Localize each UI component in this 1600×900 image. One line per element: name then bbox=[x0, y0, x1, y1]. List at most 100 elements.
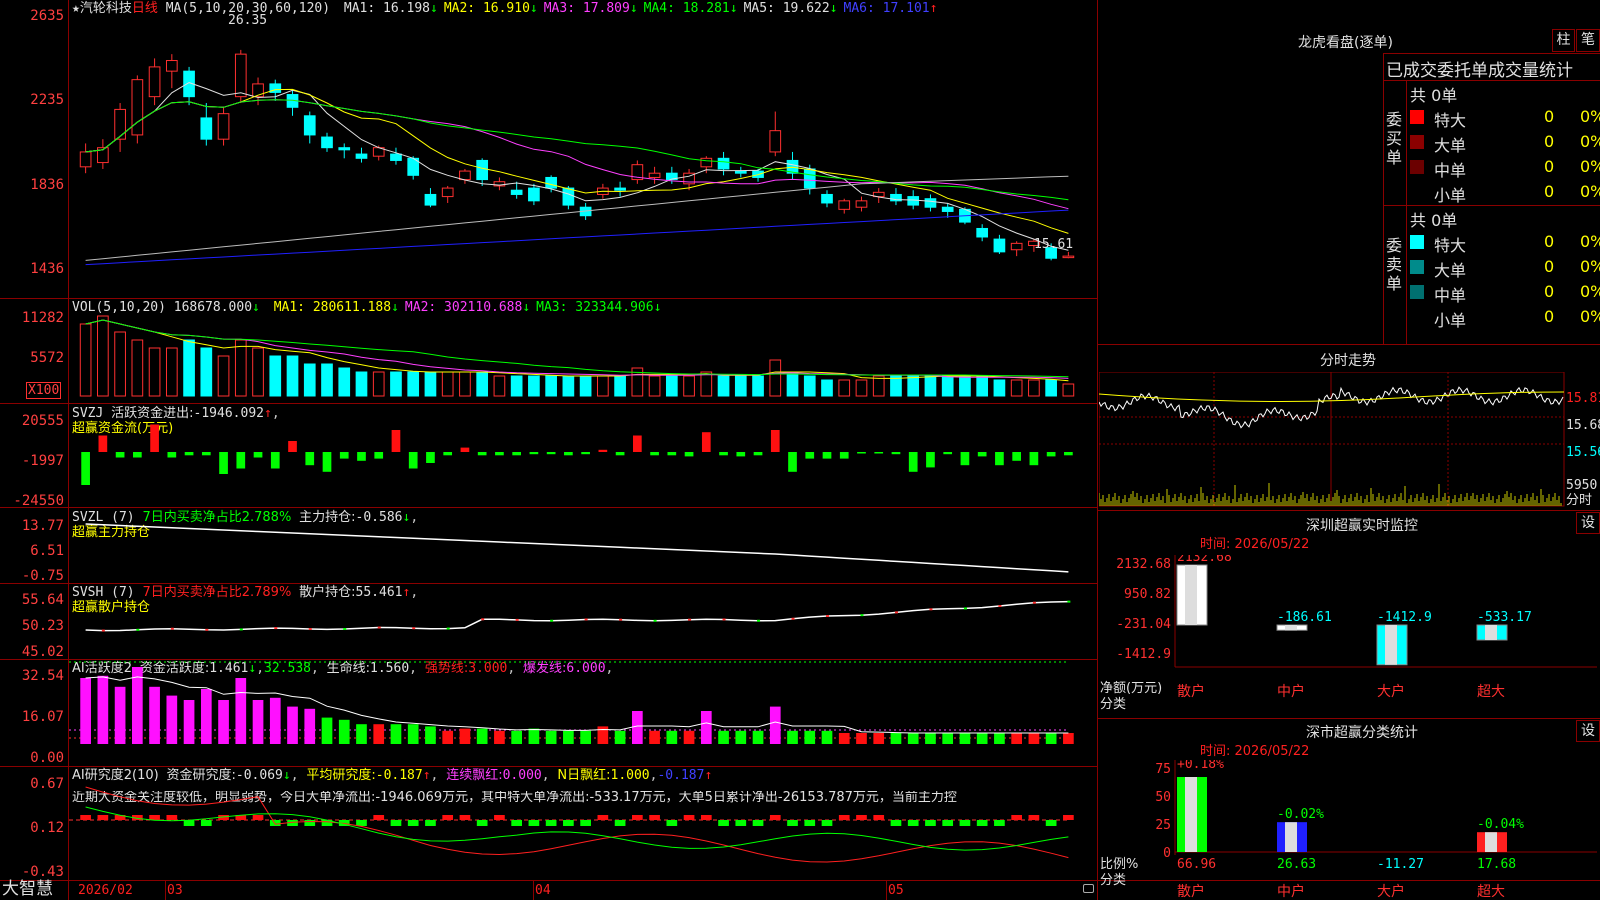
order-color-swatch bbox=[1410, 310, 1424, 324]
research-bar bbox=[752, 820, 764, 826]
flow-bar bbox=[167, 452, 177, 458]
sm-category: 散户 bbox=[1177, 883, 1205, 900]
active-bar bbox=[890, 733, 902, 744]
volume-bar bbox=[648, 375, 661, 397]
intraday-chart[interactable] bbox=[1099, 372, 1565, 507]
vol-unit-toggle[interactable]: X100 bbox=[26, 382, 62, 399]
stat-divider bbox=[1383, 80, 1600, 81]
x-tick: 05 bbox=[888, 883, 904, 898]
research-bar bbox=[407, 820, 419, 826]
main-header: ★汽轮科技日线 MA(5,10,20,30,60,120) MA1: 16.19… bbox=[72, 2, 937, 16]
flow-bar bbox=[150, 424, 159, 452]
order-row-p: 0% bbox=[1580, 107, 1600, 126]
volume-bar bbox=[114, 331, 126, 397]
flow-bar bbox=[201, 452, 211, 456]
candle bbox=[717, 157, 730, 170]
flow-bar bbox=[788, 452, 797, 472]
sm-bar-shade bbox=[1285, 822, 1297, 852]
order-row-p: 0% bbox=[1580, 182, 1600, 201]
candlestick-chart[interactable] bbox=[69, 18, 1097, 298]
period-label[interactable]: 日线 bbox=[132, 1, 158, 16]
holding-dot bbox=[757, 619, 761, 622]
active-bar bbox=[735, 730, 747, 744]
active-bar bbox=[476, 728, 488, 744]
research-bar bbox=[718, 820, 729, 826]
candle bbox=[803, 168, 816, 189]
flow-bar bbox=[960, 452, 970, 466]
sz-settings-button[interactable]: 设 bbox=[1576, 512, 1600, 534]
sz-bar-shade bbox=[1285, 625, 1297, 631]
flow-bar bbox=[995, 452, 1004, 466]
order-row-name: 大单 bbox=[1434, 261, 1467, 280]
brand-logo: 大智慧 bbox=[2, 879, 53, 899]
research-bar bbox=[1028, 815, 1040, 820]
sm-bar-shade bbox=[1485, 832, 1497, 852]
flow-bar bbox=[770, 430, 780, 452]
active-bar bbox=[390, 724, 402, 744]
research-bar bbox=[183, 820, 195, 826]
research-bar bbox=[511, 820, 522, 826]
svsh-chart bbox=[85, 600, 1071, 632]
candle bbox=[441, 187, 454, 198]
volume-bar bbox=[424, 371, 437, 397]
sm-settings-button[interactable]: 设 bbox=[1576, 720, 1600, 742]
candle bbox=[545, 176, 557, 189]
candle bbox=[234, 53, 247, 98]
bar-mode-button[interactable]: 柱 bbox=[1552, 29, 1575, 52]
candle bbox=[941, 206, 954, 212]
flow-bar bbox=[512, 452, 521, 456]
active-bar bbox=[97, 675, 109, 744]
sm-bar-label: 66.96 bbox=[1177, 857, 1216, 872]
order-row-v: 0 bbox=[1544, 282, 1555, 301]
sz-bar-label: 2132.68 bbox=[1177, 555, 1232, 565]
volume-bar bbox=[1028, 379, 1040, 397]
holding-dot bbox=[653, 619, 657, 622]
lock-icon[interactable] bbox=[1083, 884, 1094, 893]
active-bar bbox=[959, 733, 971, 744]
volume-bar bbox=[993, 379, 1006, 397]
order-row-v: 0 bbox=[1544, 182, 1555, 201]
stat-title: 已成交委托单成交量统计 bbox=[1386, 61, 1573, 81]
candle bbox=[924, 198, 937, 208]
active-bar bbox=[269, 697, 281, 744]
flow-bar bbox=[581, 452, 590, 455]
flow-bar bbox=[684, 452, 694, 457]
volume-bar bbox=[97, 315, 109, 397]
panel-divider bbox=[1098, 510, 1600, 511]
volume-chart bbox=[79, 315, 1075, 397]
sz-category: 散户 bbox=[1177, 683, 1205, 700]
candle bbox=[562, 187, 575, 206]
active-bar bbox=[614, 730, 626, 744]
flow-bar bbox=[339, 452, 349, 459]
candle bbox=[1010, 242, 1023, 251]
research-bar bbox=[563, 820, 574, 826]
volume-bar bbox=[665, 375, 678, 397]
sm-bar-label: -11.27 bbox=[1377, 857, 1424, 872]
research-line bbox=[85, 786, 1069, 863]
holding-dot bbox=[619, 618, 623, 621]
flow-bar bbox=[1012, 452, 1021, 461]
holding-dot bbox=[722, 618, 726, 621]
sz-axis-tick: 2132.68 bbox=[1116, 557, 1171, 572]
holding-dot bbox=[205, 628, 209, 631]
vol-ma-line bbox=[85, 319, 1069, 379]
active-bar bbox=[804, 730, 816, 744]
legend-item: MA6: 17.101 bbox=[843, 1, 930, 16]
holding-dot bbox=[1032, 601, 1036, 604]
favorite-star-icon[interactable]: ★ bbox=[72, 1, 80, 16]
flow-bar bbox=[564, 452, 573, 456]
research-bar bbox=[890, 820, 902, 826]
research-bar bbox=[804, 820, 816, 826]
candle bbox=[700, 157, 713, 168]
y-tick: 0.12 bbox=[30, 820, 64, 836]
volume-bar bbox=[562, 375, 575, 397]
research-bar bbox=[976, 820, 988, 826]
holding-dot bbox=[170, 627, 174, 630]
sz-bar-label: -533.17 bbox=[1477, 610, 1532, 625]
tick-mode-button[interactable]: 笔 bbox=[1576, 29, 1600, 52]
main-right-divider bbox=[1097, 0, 1098, 900]
sz-bar-label: -1412.9 bbox=[1377, 610, 1432, 625]
stock-name: 汽轮科技 bbox=[79, 1, 132, 16]
active-bar bbox=[166, 695, 178, 744]
holding-dot bbox=[826, 615, 829, 618]
